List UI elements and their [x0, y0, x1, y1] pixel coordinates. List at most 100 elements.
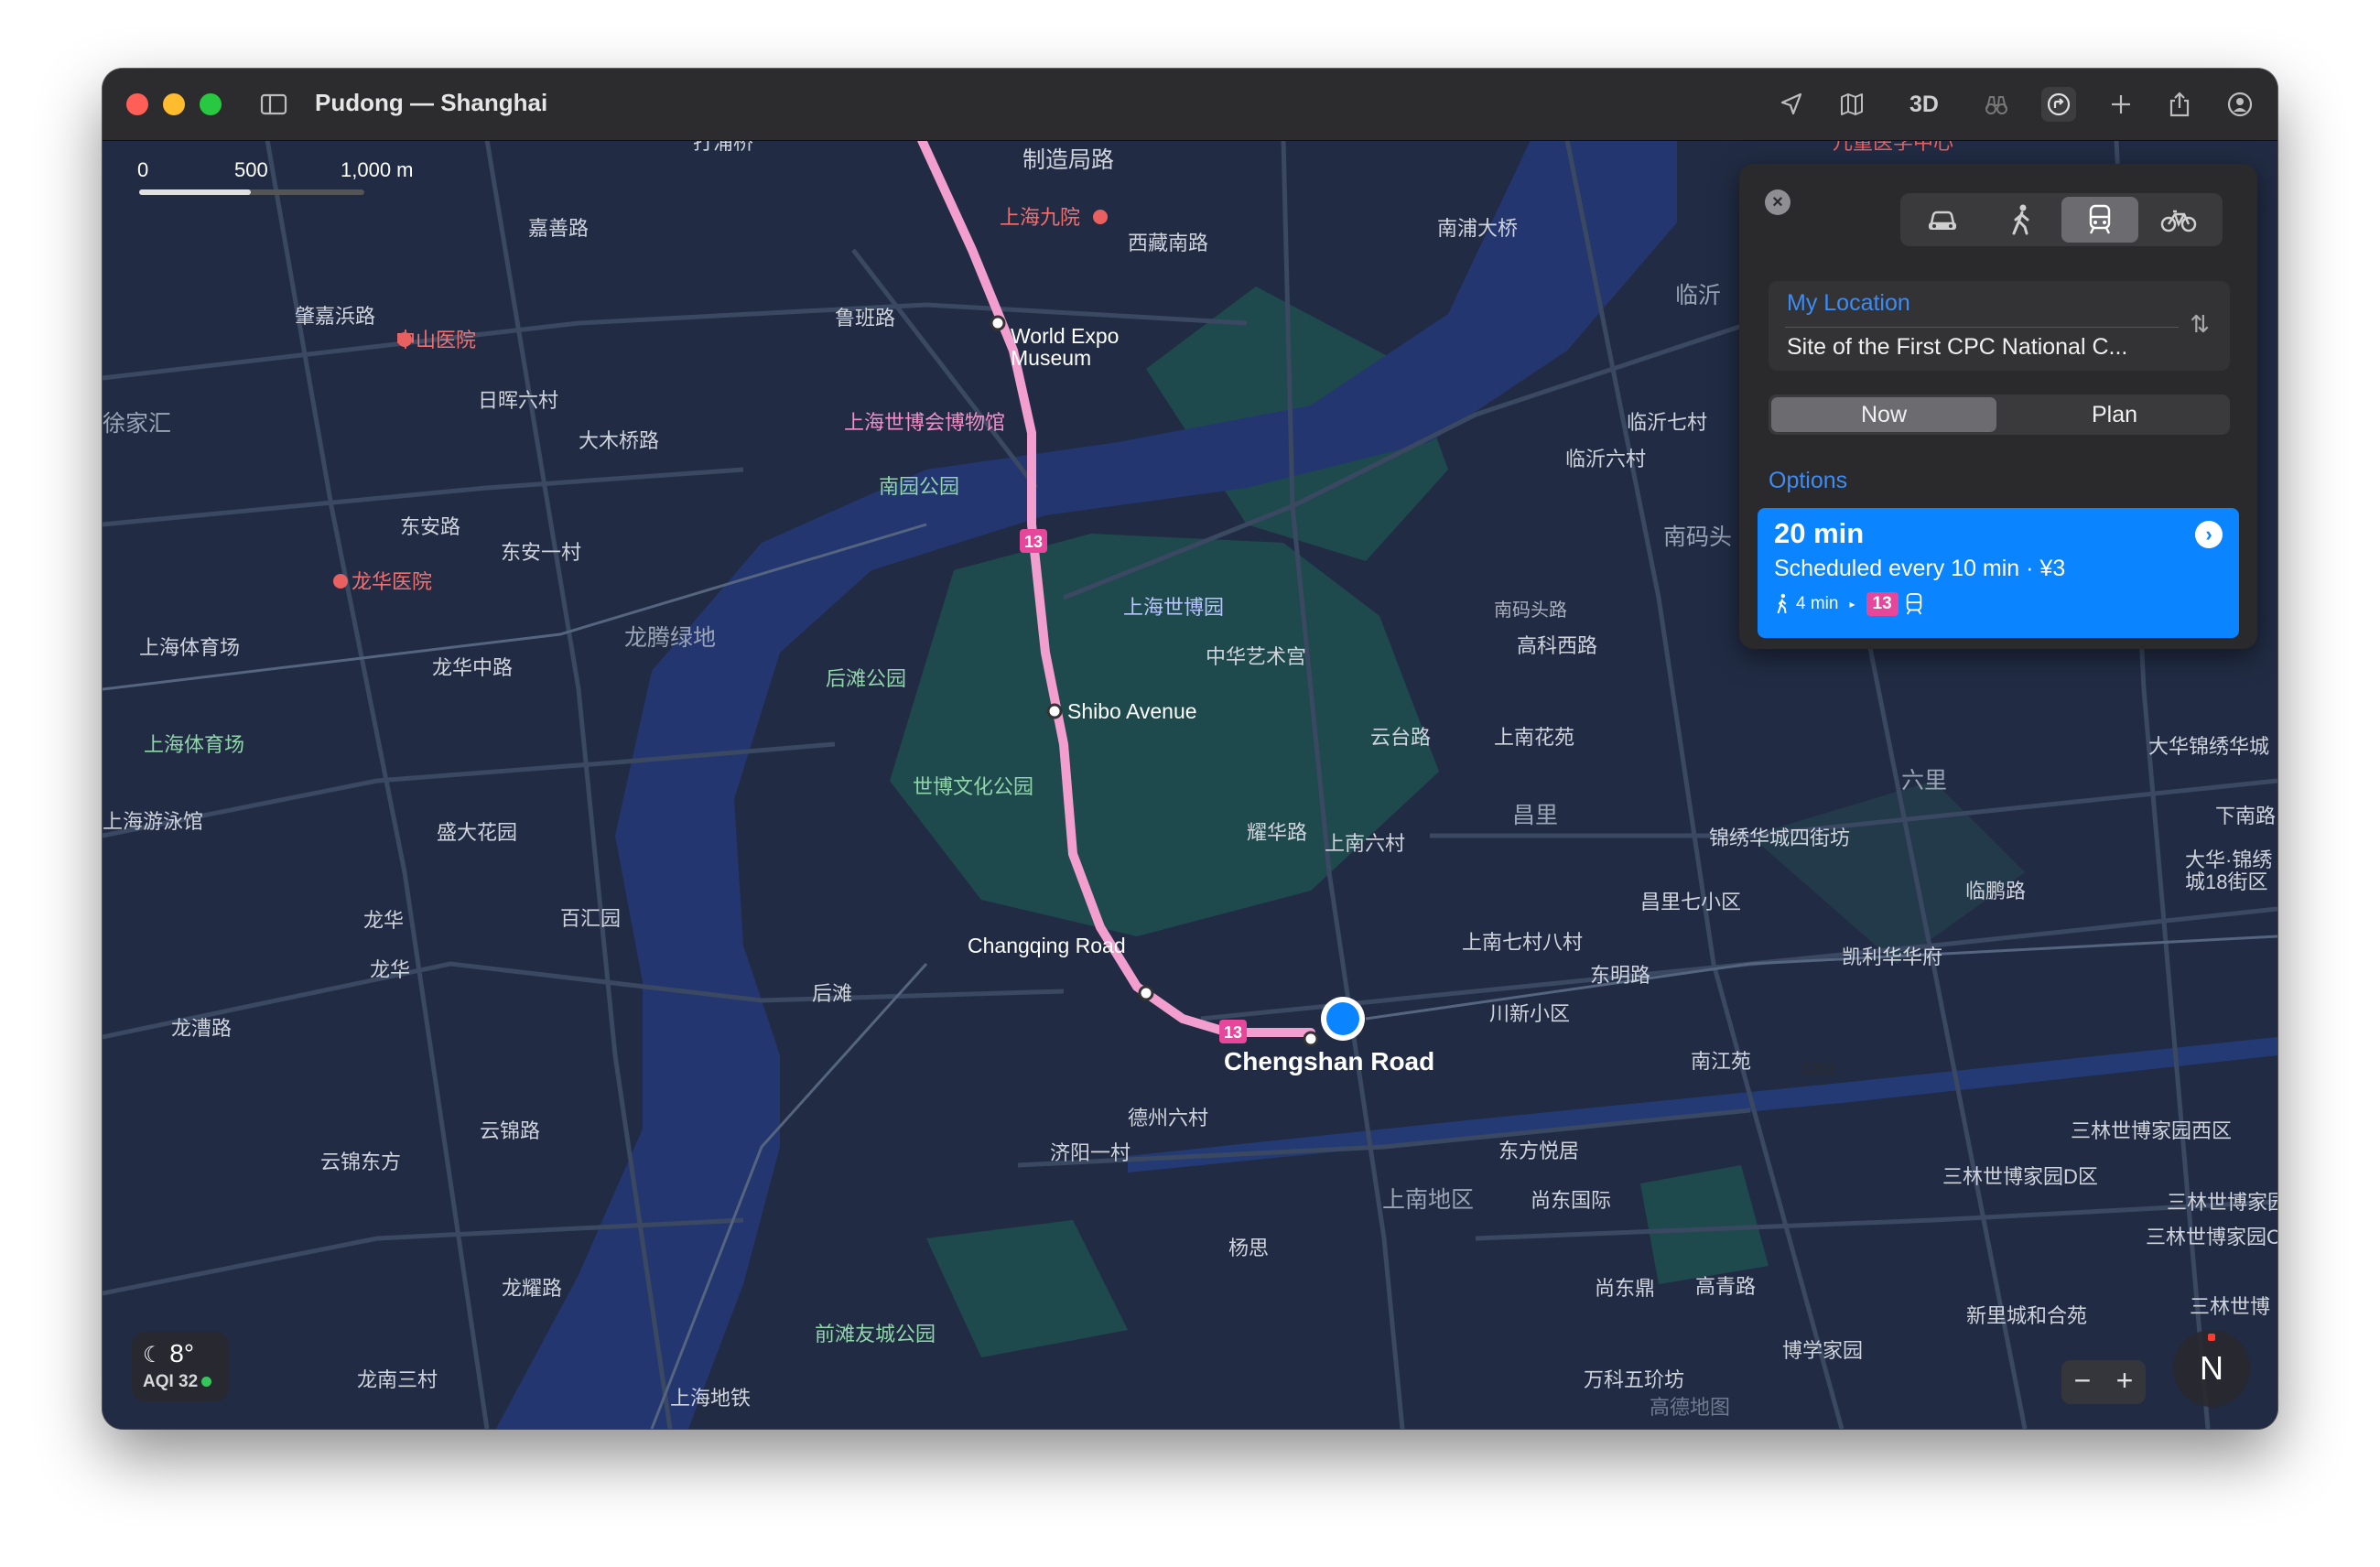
- map-label: 龙华: [363, 909, 404, 932]
- map-label: 上海游泳馆: [103, 810, 203, 833]
- map-label: 云台路: [1370, 726, 1431, 749]
- walk-duration: 4 min: [1796, 594, 1839, 613]
- destination-field[interactable]: Site of the First CPC National C...: [1787, 334, 2127, 361]
- map-label: 龙耀路: [502, 1277, 562, 1300]
- location-arrow-icon[interactable]: [1774, 87, 1809, 122]
- map-label: 南园公园: [879, 475, 959, 498]
- compass-label: N: [2200, 1349, 2223, 1387]
- options-link[interactable]: Options: [1769, 468, 1847, 494]
- map-label: 世博文化公园: [913, 775, 1033, 798]
- view-3d-button[interactable]: 3D: [1899, 87, 1950, 122]
- account-icon[interactable]: [2223, 87, 2257, 122]
- map-label: 锦绣华城四街坊: [1709, 827, 1850, 849]
- map-label: S202: [1801, 1062, 1834, 1077]
- close-icon[interactable]: ×: [1765, 189, 1790, 215]
- map-label: 儿童医学中心: [1833, 140, 1953, 154]
- map-label: 三林世博: [2190, 1295, 2270, 1318]
- map-label: 尚东国际: [1531, 1189, 1611, 1212]
- binoculars-icon[interactable]: [1979, 87, 2014, 122]
- map-label: 三林世博家园D区: [1942, 1165, 2098, 1188]
- plan-option[interactable]: Plan: [2002, 397, 2227, 432]
- map-label: 上海体育场: [144, 733, 244, 756]
- map-label: 上海九院: [1000, 206, 1080, 229]
- title-bar: Pudong — Shanghai 3D: [103, 69, 2277, 141]
- car-icon[interactable]: [1904, 197, 1981, 243]
- map-label: 东安路: [400, 515, 460, 538]
- route-option-card[interactable]: 20 min Scheduled every 10 min · ¥3 4 min…: [1758, 508, 2239, 638]
- map-label: 昌里七小区: [1640, 891, 1741, 913]
- map-label: Changqing Road: [968, 934, 1126, 957]
- map-label: 上海世博园: [1123, 596, 1224, 619]
- map-label: 徐家汇: [103, 411, 171, 437]
- zoom-window-button[interactable]: [200, 93, 222, 115]
- sidebar-toggle-icon[interactable]: [260, 91, 287, 118]
- compass[interactable]: N: [2173, 1330, 2250, 1407]
- map-label: 上南花苑: [1494, 726, 1574, 749]
- map-label: World Expo: [1011, 324, 1119, 348]
- map-label: Chengshan Road: [1224, 1047, 1434, 1075]
- map-icon[interactable]: [1834, 87, 1869, 122]
- map-label: 新里城和合苑: [1966, 1304, 2087, 1327]
- map-label: 下南路: [2215, 805, 2276, 827]
- map-label: 博学家园: [1782, 1339, 1863, 1362]
- svg-text:13: 13: [1024, 533, 1043, 551]
- swap-icon[interactable]: ⇅: [2190, 310, 2210, 339]
- map-label: 高科西路: [1517, 634, 1597, 657]
- zoom-in-button[interactable]: +: [2104, 1364, 2146, 1398]
- map-label: 后滩公园: [826, 667, 906, 690]
- map-label: 上海体育场: [139, 636, 240, 659]
- map-label: 济阳一村: [1050, 1141, 1130, 1164]
- transit-icon[interactable]: [2061, 197, 2138, 243]
- plus-icon[interactable]: [2104, 87, 2138, 122]
- map-label: 东方悦居: [1498, 1140, 1579, 1162]
- share-icon[interactable]: [2162, 87, 2197, 122]
- route-steps: 4 min ▸ 13: [1774, 592, 1924, 616]
- map-label: 后滩: [812, 982, 852, 1005]
- origin-field[interactable]: My Location: [1787, 290, 1910, 317]
- map-label: 临沂七村: [1627, 411, 1707, 434]
- step-separator-icon: ▸: [1849, 598, 1855, 611]
- map-label: 东安一村: [501, 541, 581, 564]
- route-duration: 20 min: [1774, 517, 1865, 549]
- map-label: 昌里: [1512, 803, 1558, 828]
- map-label: 南江苑: [1691, 1050, 1751, 1073]
- map-label: 制造局路: [1022, 147, 1114, 173]
- map-label: 凯利华华府: [1842, 946, 1942, 968]
- map-label: 耀华路: [1247, 821, 1307, 844]
- map-label: 云锦路: [480, 1119, 540, 1142]
- bike-icon[interactable]: [2140, 197, 2217, 243]
- scale-label: 1,000 m: [341, 158, 414, 181]
- zoom-out-button[interactable]: −: [2061, 1364, 2104, 1398]
- chevron-right-icon[interactable]: ›: [2195, 521, 2223, 548]
- now-option[interactable]: Now: [1771, 397, 1996, 432]
- close-window-button[interactable]: [126, 93, 148, 115]
- map-label: Shibo Avenue: [1067, 699, 1197, 723]
- map-label: 大华锦绣华城: [2148, 735, 2269, 758]
- map-label: 六里: [1901, 768, 1947, 794]
- departure-time-selector: Now Plan: [1769, 394, 2230, 435]
- scale-track: [139, 189, 364, 195]
- map-label: 中华艺术宫: [1206, 645, 1306, 668]
- map-label: 南码头路: [1494, 600, 1567, 621]
- temperature: 8°: [169, 1339, 195, 1367]
- map-label: 龙南三村: [357, 1368, 438, 1391]
- maps-window: Pudong — Shanghai 3D 13 13 打浦桥 制造局路 儿童医学…: [103, 69, 2277, 1429]
- route-endpoints: My Location Site of the First CPC Nation…: [1769, 281, 2230, 371]
- walk-icon: [1777, 593, 1787, 614]
- map-label: 打浦桥: [693, 140, 753, 154]
- walk-icon[interactable]: [1983, 197, 2060, 243]
- map-label: 日晖六村: [478, 389, 558, 412]
- transport-mode-selector: [1900, 193, 2223, 246]
- map-label: 鲁班路: [835, 307, 895, 330]
- zoom-control: − +: [2061, 1360, 2146, 1404]
- map-label: 龙华医院: [352, 570, 432, 593]
- map-label: 大木桥路: [579, 429, 659, 452]
- map-label: 高德地图: [1650, 1396, 1730, 1419]
- map-label: 尚东鼎: [1595, 1277, 1655, 1300]
- map-label: 高青路: [1695, 1275, 1756, 1298]
- minimize-window-button[interactable]: [163, 93, 185, 115]
- map-label: 三林世博家园西区: [2071, 1119, 2232, 1142]
- map-label: 南码头: [1663, 524, 1732, 550]
- map-label: 临鹏路: [1965, 880, 2026, 902]
- directions-icon[interactable]: [2041, 87, 2076, 122]
